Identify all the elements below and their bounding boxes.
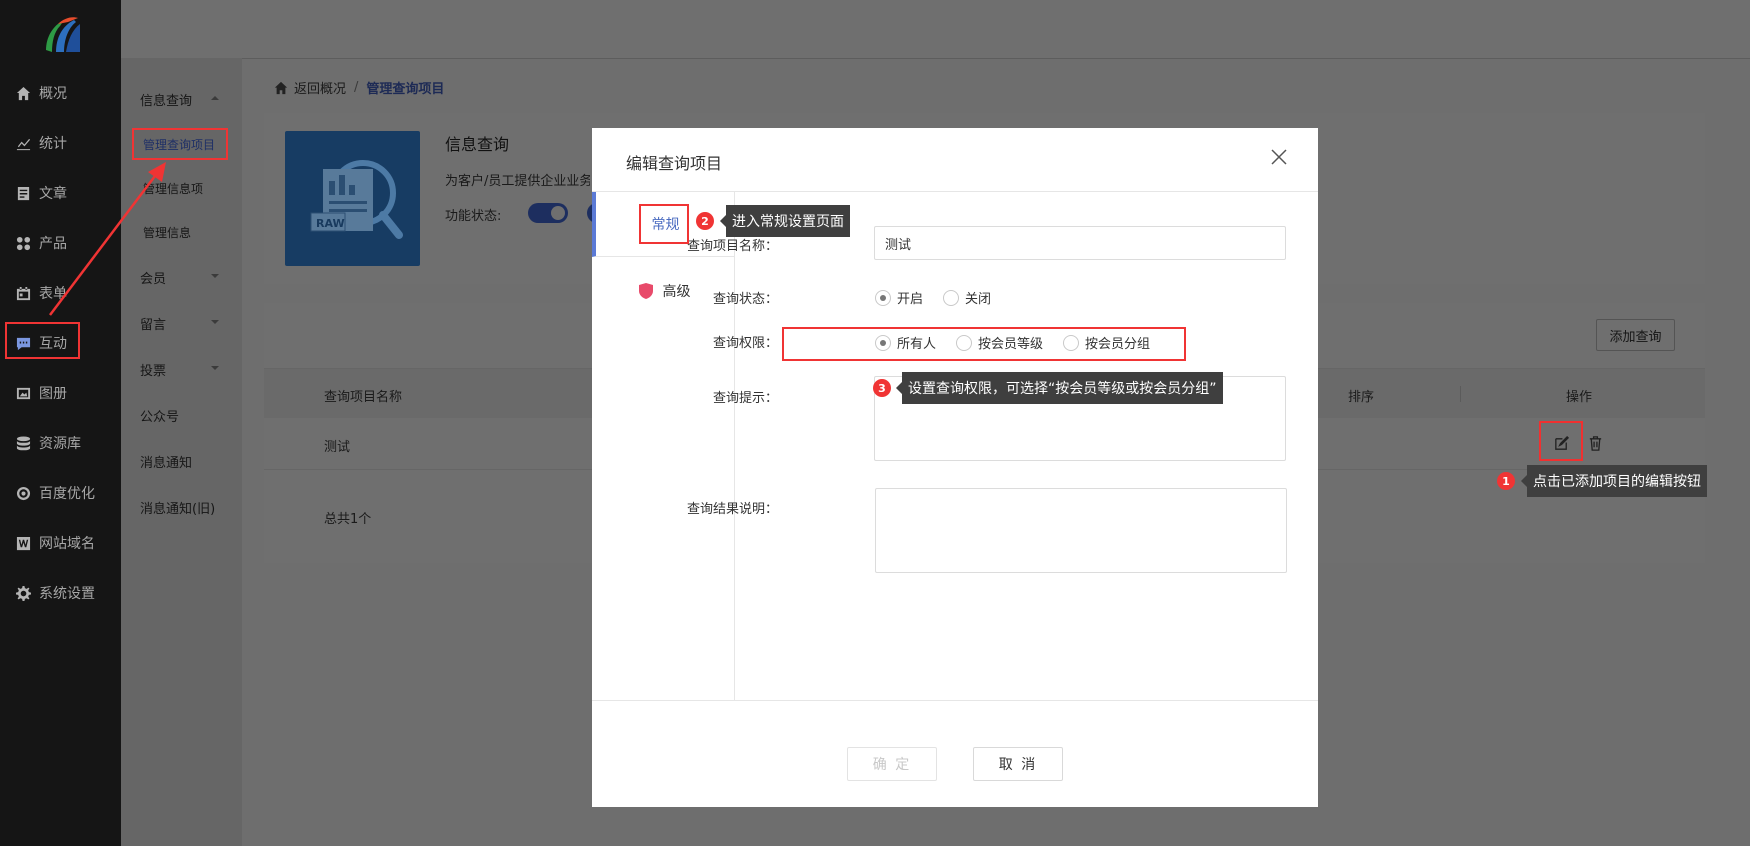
confirm-button[interactable]: 确 定 <box>847 747 937 781</box>
feature-thumbnail: RAW <box>285 131 420 266</box>
article-icon <box>15 185 31 201</box>
annotation-box-edit <box>1539 421 1583 461</box>
result-textarea[interactable] <box>875 488 1287 573</box>
chevron-down-icon <box>211 274 219 278</box>
w-icon <box>15 535 31 551</box>
submenu-item-notification[interactable]: 消息通知 <box>140 452 192 471</box>
annotation-tip-3: 设置查询权限，可选择“按会员等级或按会员分组” <box>896 372 1223 404</box>
submenu-group-vote[interactable]: 投票 <box>140 360 166 379</box>
sidebar: 概况 统计 文章 产品 表单 互动 图册 资源库 百度优化 网站域名 系统设置 <box>0 0 121 846</box>
thumb-badge: RAW <box>316 217 345 230</box>
breadcrumb-separator: / <box>354 80 359 95</box>
shield-icon-text: 排 <box>625 284 635 294</box>
nav-item-settings[interactable]: 系统设置 <box>0 573 121 613</box>
list-total: 总共1个 <box>324 512 372 527</box>
edit-query-modal: 编辑查询项目 常规 排 高级 查询项目名称： 测试 查询状态： 开启 关闭 查询… <box>592 128 1318 807</box>
annotation-box-submenu <box>132 128 228 160</box>
chart-icon <box>15 135 31 151</box>
status-radio-group: 开启 关闭 <box>875 288 1011 307</box>
database-icon <box>15 435 31 451</box>
cancel-button[interactable]: 取 消 <box>973 747 1063 781</box>
close-icon[interactable] <box>1270 148 1292 170</box>
document-search-icon <box>310 160 403 239</box>
nav-item-resources[interactable]: 资源库 <box>0 423 121 463</box>
gear-icon <box>15 585 31 601</box>
chevron-down-icon <box>211 366 219 370</box>
add-query-button[interactable]: 添加查询 <box>1596 319 1675 351</box>
annotation-box-general-tab <box>639 204 689 244</box>
annotation-badge-3: 3 <box>873 379 891 397</box>
modal-title: 编辑查询项目 <box>626 154 723 173</box>
column-order: 排序 <box>1348 390 1375 405</box>
feature-status-label: 功能状态: <box>445 209 502 224</box>
result-label: 查询结果说明： <box>686 502 778 517</box>
image-icon <box>15 385 31 401</box>
column-divider <box>1460 386 1461 402</box>
modal-tabs: 常规 排 高级 <box>592 192 735 700</box>
annotation-arrow <box>49 162 166 316</box>
target-icon <box>15 485 31 501</box>
name-input[interactable]: 测试 <box>874 226 1286 260</box>
permission-label: 查询权限： <box>712 336 778 351</box>
shield-icon <box>638 282 653 299</box>
annotation-box-interaction <box>5 322 80 359</box>
calendar-icon <box>15 285 31 301</box>
radio-checked[interactable] <box>875 289 891 306</box>
submenu-group-info-query[interactable]: 信息查询 <box>140 90 192 109</box>
annotation-tip-1: 点击已添加项目的编辑按钮 <box>1521 465 1707 497</box>
feature-description: 为客户/员工提供企业业务查询 <box>445 174 590 189</box>
radio-unchecked[interactable] <box>943 289 960 306</box>
nav-item-domain[interactable]: 网站域名 <box>0 523 121 563</box>
breadcrumb-current: 管理查询项目 <box>366 82 445 97</box>
breadcrumb-back-link[interactable]: 返回概况 <box>294 78 346 97</box>
nav-item-album[interactable]: 图册 <box>0 373 121 413</box>
modal-footer: 确 定 取 消 <box>592 700 1318 807</box>
breadcrumb: 返回概况 / 管理查询项目 <box>274 78 444 97</box>
column-ops: 操作 <box>1566 390 1593 405</box>
row-name: 测试 <box>324 440 351 455</box>
submenu-item-official-account[interactable]: 公众号 <box>140 406 179 425</box>
modal-header: 编辑查询项目 <box>592 128 1318 192</box>
grid-icon <box>15 235 31 251</box>
annotation-tip-2: 进入常规设置页面 <box>720 205 850 237</box>
annotation-badge-2: 2 <box>696 212 714 230</box>
status-option-off[interactable]: 关闭 <box>943 288 991 307</box>
hint-label: 查询提示： <box>712 391 778 406</box>
chevron-down-icon <box>211 320 219 324</box>
nav-item-baidu-seo[interactable]: 百度优化 <box>0 473 121 513</box>
nav-item-statistics[interactable]: 统计 <box>0 123 121 163</box>
trash-icon[interactable] <box>1584 432 1606 454</box>
home-icon <box>274 81 288 94</box>
nav-item-overview[interactable]: 概况 <box>0 73 121 113</box>
annotation-box-permission <box>782 327 1186 361</box>
submenu-item-notification-old[interactable]: 消息通知(旧) <box>140 498 215 517</box>
status-option-on[interactable]: 开启 <box>875 288 923 307</box>
feature-title: 信息查询 <box>445 135 510 154</box>
feature-status-toggle[interactable] <box>528 203 568 223</box>
annotation-badge-1: 1 <box>1497 472 1515 490</box>
chevron-up-icon <box>211 96 219 100</box>
column-name: 查询项目名称 <box>324 390 403 405</box>
logo-icon <box>46 17 80 52</box>
home-icon <box>15 85 31 101</box>
status-label: 查询状态： <box>712 292 778 307</box>
top-bar <box>121 0 1750 58</box>
